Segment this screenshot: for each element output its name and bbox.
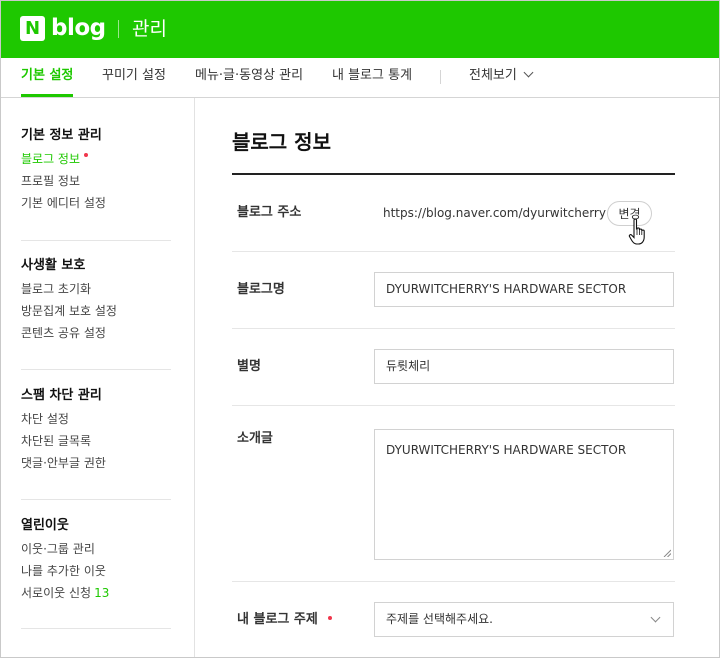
tab-blog-stats[interactable]: 내 블로그 통계 <box>332 58 412 97</box>
blog-logo[interactable]: blog <box>51 12 106 44</box>
chevron-down-icon <box>650 612 661 623</box>
sidebar-item-profile-info[interactable]: 프로필 정보 <box>21 173 171 195</box>
sidebar-group-title: 열린이웃 <box>21 518 69 533</box>
tab-bar: 기본 설정 꾸미기 설정 메뉴·글·동영상 관리 내 블로그 통계 전체보기 <box>1 58 719 98</box>
page-title: 블로그 정보 <box>232 130 331 154</box>
sidebar-divider <box>21 240 171 241</box>
sidebar-group-neighbors: 열린이웃 이웃·그룹 관리 나를 추가한 이웃 서로이웃 신청 13 <box>21 516 171 607</box>
sidebar-divider <box>21 628 171 629</box>
blog-topic-label-text: 내 블로그 주제 <box>237 612 318 627</box>
tab-divider <box>440 70 441 84</box>
header-section-title[interactable]: 관리 <box>132 14 167 44</box>
tab-view-all[interactable]: 전체보기 <box>469 58 534 97</box>
intro-label: 소개글 <box>237 431 273 446</box>
blog-name-label: 블로그명 <box>237 282 285 297</box>
row-divider <box>232 405 675 406</box>
intro-text: DYURWITCHERRY'S HARDWARE SECTOR <box>386 443 627 457</box>
row-divider <box>232 581 675 582</box>
sidebar-item-neighbor-groups[interactable]: 이웃·그룹 관리 <box>21 541 171 563</box>
sidebar-group-spam: 스팸 차단 관리 차단 설정 차단된 글목록 댓글·안부글 권한 <box>21 386 171 477</box>
sidebar-divider <box>21 499 171 500</box>
sidebar-group-title: 사생활 보호 <box>21 258 86 273</box>
intro-textarea[interactable]: DYURWITCHERRY'S HARDWARE SECTOR <box>374 429 674 560</box>
blog-admin-window: N blog 관리 기본 설정 꾸미기 설정 메뉴·글·동영상 관리 내 블로그… <box>0 0 720 658</box>
nickname-label: 별명 <box>237 359 261 374</box>
sidebar-item-content-sharing[interactable]: 콘텐츠 공유 설정 <box>21 325 171 347</box>
blog-topic-placeholder: 주제를 선택해주세요. <box>386 612 493 626</box>
required-dot-icon <box>327 616 332 620</box>
sidebar-item-visit-protection[interactable]: 방문집계 보호 설정 <box>21 303 171 325</box>
top-header: N blog 관리 <box>1 1 719 58</box>
sidebar-item-blocked-posts[interactable]: 차단된 글목록 <box>21 433 171 455</box>
blog-address-label: 블로그 주소 <box>237 205 302 220</box>
tab-menu-post-video[interactable]: 메뉴·글·동영상 관리 <box>195 58 303 97</box>
sidebar-item-editor-settings[interactable]: 기본 에디터 설정 <box>21 195 171 217</box>
sidebar-item-label: 블로그 정보 <box>21 152 81 166</box>
tab-view-all-label: 전체보기 <box>469 68 517 83</box>
naver-logo-icon[interactable]: N <box>20 16 45 41</box>
blog-topic-label: 내 블로그 주제 <box>237 611 332 629</box>
title-underline <box>232 173 675 175</box>
resize-handle-icon[interactable] <box>663 549 671 557</box>
sidebar: 기본 정보 관리 블로그 정보 프로필 정보 기본 에디터 설정 사생활 보호 … <box>1 98 195 657</box>
chevron-down-icon <box>523 67 534 78</box>
tab-decorate-settings[interactable]: 꾸미기 설정 <box>102 58 166 97</box>
sidebar-item-label: 서로이웃 신청 <box>21 586 92 600</box>
sidebar-item-block-settings[interactable]: 차단 설정 <box>21 411 171 433</box>
blog-name-input[interactable]: DYURWITCHERRY'S HARDWARE SECTOR <box>374 272 674 307</box>
sidebar-item-blog-info[interactable]: 블로그 정보 <box>21 151 171 173</box>
sidebar-group-basic-info: 기본 정보 관리 블로그 정보 프로필 정보 기본 에디터 설정 <box>21 126 171 217</box>
sidebar-divider <box>21 369 171 370</box>
sidebar-group-title: 기본 정보 관리 <box>21 128 102 143</box>
row-divider <box>232 328 675 329</box>
request-count-badge: 13 <box>94 586 110 600</box>
hand-pointer-icon <box>628 218 645 245</box>
sidebar-group-title: 스팸 차단 관리 <box>21 388 102 403</box>
new-dot-icon <box>84 153 89 157</box>
row-divider <box>232 251 675 252</box>
header-divider <box>118 20 119 38</box>
tab-basic-settings[interactable]: 기본 설정 <box>21 58 74 97</box>
nickname-input[interactable]: 듀륏체리 <box>374 349 674 384</box>
sidebar-item-followers[interactable]: 나를 추가한 이웃 <box>21 563 171 585</box>
sidebar-item-mutual-requests[interactable]: 서로이웃 신청 13 <box>21 585 171 607</box>
sidebar-group-privacy: 사생활 보호 블로그 초기화 방문집계 보호 설정 콘텐츠 공유 설정 <box>21 256 171 347</box>
blog-topic-select[interactable]: 주제를 선택해주세요. <box>374 602 674 637</box>
blog-address-value: https://blog.naver.com/dyurwitcherry <box>383 206 606 220</box>
sidebar-item-blog-reset[interactable]: 블로그 초기화 <box>21 281 171 303</box>
sidebar-item-comment-permission[interactable]: 댓글·안부글 권한 <box>21 455 171 477</box>
